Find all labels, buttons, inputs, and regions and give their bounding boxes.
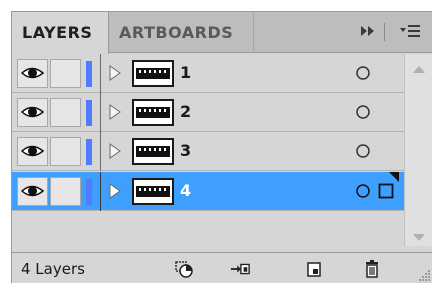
layer-name[interactable]: 1 — [180, 64, 191, 82]
scroll-down-arrow-icon[interactable] — [413, 234, 425, 241]
expand-triangle-icon[interactable] — [108, 143, 122, 159]
layer-row[interactable]: 3 — [12, 132, 404, 171]
panel-menu-icon[interactable] — [400, 24, 422, 38]
column-divider — [100, 93, 101, 132]
fast-forward-icon[interactable] — [360, 24, 376, 38]
tab-layers[interactable]: LAYERS — [12, 12, 109, 54]
lock-toggle[interactable] — [50, 59, 81, 88]
layer-count-label: 4 Layers — [21, 260, 85, 278]
resize-grip-icon[interactable] — [417, 268, 431, 282]
layer-name[interactable]: 3 — [180, 142, 191, 160]
layer-row[interactable]: 1 — [12, 54, 404, 93]
lock-toggle[interactable] — [50, 98, 81, 127]
visibility-toggle[interactable] — [17, 177, 48, 206]
visibility-toggle[interactable] — [17, 137, 48, 166]
delete-icon[interactable] — [362, 259, 382, 279]
locate-object-icon[interactable] — [174, 259, 194, 279]
lock-toggle[interactable] — [50, 137, 81, 166]
column-divider — [100, 54, 101, 93]
visibility-toggle[interactable] — [17, 98, 48, 127]
visibility-toggle[interactable] — [17, 59, 48, 88]
eye-icon — [20, 145, 45, 157]
column-divider — [100, 172, 101, 211]
layer-thumbnail — [132, 60, 174, 87]
layers-panel: LAYERS ARTBOARDS 1 2 3 4 4 Layers — [11, 11, 432, 283]
layer-thumbnail — [132, 138, 174, 165]
panel-tab-bar: LAYERS ARTBOARDS — [12, 12, 432, 54]
selection-indicator-icon[interactable] — [378, 183, 394, 199]
layer-thumbnail — [132, 99, 174, 126]
eye-icon — [20, 185, 45, 197]
target-circle-icon[interactable] — [355, 183, 371, 199]
tabbar-divider — [384, 23, 385, 41]
create-new-layer-icon[interactable] — [304, 259, 324, 279]
expand-triangle-icon[interactable] — [108, 183, 122, 199]
target-circle-icon[interactable] — [355, 65, 371, 81]
target-circle-icon[interactable] — [355, 104, 371, 120]
layer-name[interactable]: 4 — [180, 182, 191, 200]
eye-icon — [20, 106, 45, 118]
layer-name[interactable]: 2 — [180, 103, 191, 121]
layer-color-swatch — [86, 179, 92, 205]
expand-triangle-icon[interactable] — [108, 104, 122, 120]
panel-footer: 4 Layers — [12, 252, 432, 283]
layer-thumbnail — [132, 178, 174, 205]
layer-color-swatch — [86, 61, 92, 87]
column-divider — [100, 132, 101, 171]
vertical-scrollbar[interactable] — [404, 54, 432, 246]
eye-icon — [20, 67, 45, 79]
layer-color-swatch — [86, 139, 92, 165]
current-layer-corner-icon — [389, 172, 399, 182]
expand-triangle-icon[interactable] — [108, 65, 122, 81]
make-clipping-mask-icon[interactable] — [230, 259, 250, 279]
scroll-up-arrow-icon[interactable] — [413, 66, 425, 73]
layer-row[interactable]: 4 — [12, 172, 404, 211]
layer-row[interactable]: 2 — [12, 93, 404, 132]
lock-toggle[interactable] — [50, 177, 81, 206]
target-circle-icon[interactable] — [355, 143, 371, 159]
tab-artboards[interactable]: ARTBOARDS — [109, 12, 254, 53]
layer-color-swatch — [86, 100, 92, 126]
